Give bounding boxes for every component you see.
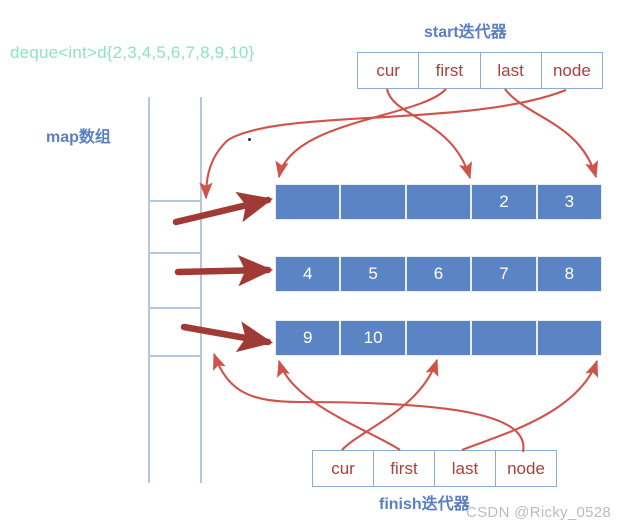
- buffer-row: 4 5 6 7 8: [275, 256, 603, 292]
- map-array-divider: [148, 355, 202, 357]
- speck-artifact: [248, 138, 251, 141]
- finish-field-cur: cur: [313, 451, 374, 486]
- finish-field-first: first: [374, 451, 435, 486]
- map-array-right-edge: [200, 97, 202, 483]
- map-array-divider: [148, 252, 202, 254]
- buffer-slot: [405, 184, 472, 220]
- arrow-finish-cur: [341, 358, 439, 451]
- buffer-slot: 5: [340, 256, 406, 292]
- map-array-label: map数组: [46, 129, 111, 146]
- deque-declaration-text: deque<int>d{2,3,4,5,6,7,8,9,10}: [10, 43, 255, 62]
- buffer-slot: [471, 320, 537, 356]
- buffer-slot: [405, 320, 472, 356]
- buffer-slot: [536, 320, 603, 356]
- deque-structure-diagram: deque<int>d{2,3,4,5,6,7,8,9,10} map数组 st…: [0, 0, 633, 531]
- finish-iterator-box: cur first last node: [312, 450, 557, 487]
- buffer-slot: [340, 184, 406, 220]
- arrow-finish-first: [277, 359, 401, 451]
- arrow-finish-last: [461, 359, 599, 451]
- map-array-divider: [148, 200, 202, 202]
- arrow-start-first: [275, 88, 447, 179]
- map-array-left-edge: [148, 97, 150, 483]
- finish-iterator-title: finish迭代器: [379, 496, 470, 513]
- start-iterator-box: cur first last node: [357, 52, 603, 89]
- buffer-slot: 9: [275, 320, 341, 356]
- start-field-last: last: [481, 53, 542, 88]
- finish-field-last: last: [435, 451, 496, 486]
- arrow-start-cur: [385, 88, 472, 180]
- finish-field-node: node: [507, 458, 545, 478]
- buffer-slot: 6: [405, 256, 472, 292]
- buffer-slot: 3: [536, 184, 603, 220]
- buffer-slot: 7: [471, 256, 537, 292]
- buffer-row: 9 10: [275, 320, 603, 356]
- start-field-first: first: [419, 53, 481, 88]
- arrow-start-node: [199, 89, 567, 200]
- start-field-node: node: [552, 60, 591, 80]
- buffer-slot: 8: [536, 256, 603, 292]
- start-iterator-title: start迭代器: [424, 24, 507, 41]
- buffer-row: 2 3: [275, 184, 603, 220]
- start-field-cur: cur: [358, 53, 420, 88]
- buffer-slot: 4: [275, 256, 341, 292]
- arrow-start-last: [504, 88, 599, 179]
- map-array-divider: [148, 307, 202, 309]
- csdn-watermark: CSDN @Ricky_0528: [466, 504, 612, 521]
- map-array-column: [148, 97, 202, 483]
- arrow-finish-node: [213, 352, 525, 453]
- buffer-slot: [275, 184, 341, 220]
- buffer-slot: 10: [340, 320, 406, 356]
- buffer-slot: 2: [471, 184, 537, 220]
